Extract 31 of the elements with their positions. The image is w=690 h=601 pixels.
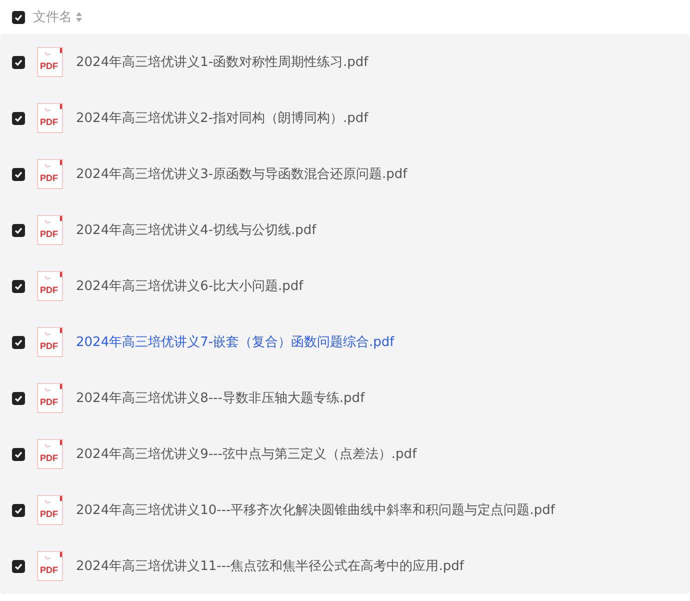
pdf-file-icon: PDF — [37, 103, 63, 133]
file-name-link[interactable]: 2024年高三培优讲义7-嵌套（复合）函数问题综合.pdf — [76, 333, 394, 351]
pdf-file-icon: PDF — [37, 47, 63, 77]
row-checkbox[interactable] — [12, 56, 25, 68]
file-name-link[interactable]: 2024年高三培优讲义3-原函数与导函数混合还原问题.pdf — [76, 165, 408, 183]
pdf-file-icon: PDF — [37, 383, 63, 413]
pdf-file-icon: PDF — [37, 159, 63, 189]
row-checkbox[interactable] — [12, 224, 25, 236]
row-checkbox[interactable] — [12, 560, 25, 572]
file-name-link[interactable]: 2024年高三培优讲义11---焦点弦和焦半径公式在高考中的应用.pdf — [76, 557, 464, 575]
row-checkbox[interactable] — [12, 336, 25, 348]
file-name-link[interactable]: 2024年高三培优讲义2-指对同构（朗博同构）.pdf — [76, 109, 368, 127]
row-checkbox[interactable] — [12, 168, 25, 180]
pdf-file-icon: PDF — [37, 215, 63, 245]
row-checkbox[interactable] — [12, 504, 25, 516]
row-checkbox[interactable] — [12, 448, 25, 460]
file-name-link[interactable]: 2024年高三培优讲义10---平移齐次化解决圆锥曲线中斜率和积问题与定点问题.pdf — [76, 501, 555, 519]
file-name-link[interactable]: 2024年高三培优讲义4-切线与公切线.pdf — [76, 221, 316, 239]
pdf-file-icon: PDF — [37, 439, 63, 469]
select-all-checkbox[interactable] — [12, 10, 25, 24]
file-name-link[interactable]: 2024年高三培优讲义8---导数非压轴大题专练.pdf — [76, 389, 365, 407]
row-checkbox[interactable] — [12, 112, 25, 124]
pdf-file-icon: PDF — [37, 271, 63, 301]
file-name-link[interactable]: 2024年高三培优讲义1-函数对称性周期性练习.pdf — [76, 53, 368, 71]
pdf-file-icon: PDF — [37, 327, 63, 357]
pdf-file-icon: PDF — [37, 495, 63, 525]
file-name-link[interactable]: 2024年高三培优讲义9---弦中点与第三定义（点差法）.pdf — [76, 445, 417, 463]
file-name-link[interactable]: 2024年高三培优讲义6-比大小问题.pdf — [76, 277, 304, 295]
row-checkbox[interactable] — [12, 392, 25, 404]
row-checkbox[interactable] — [12, 280, 25, 292]
pdf-file-icon: PDF — [37, 551, 63, 581]
